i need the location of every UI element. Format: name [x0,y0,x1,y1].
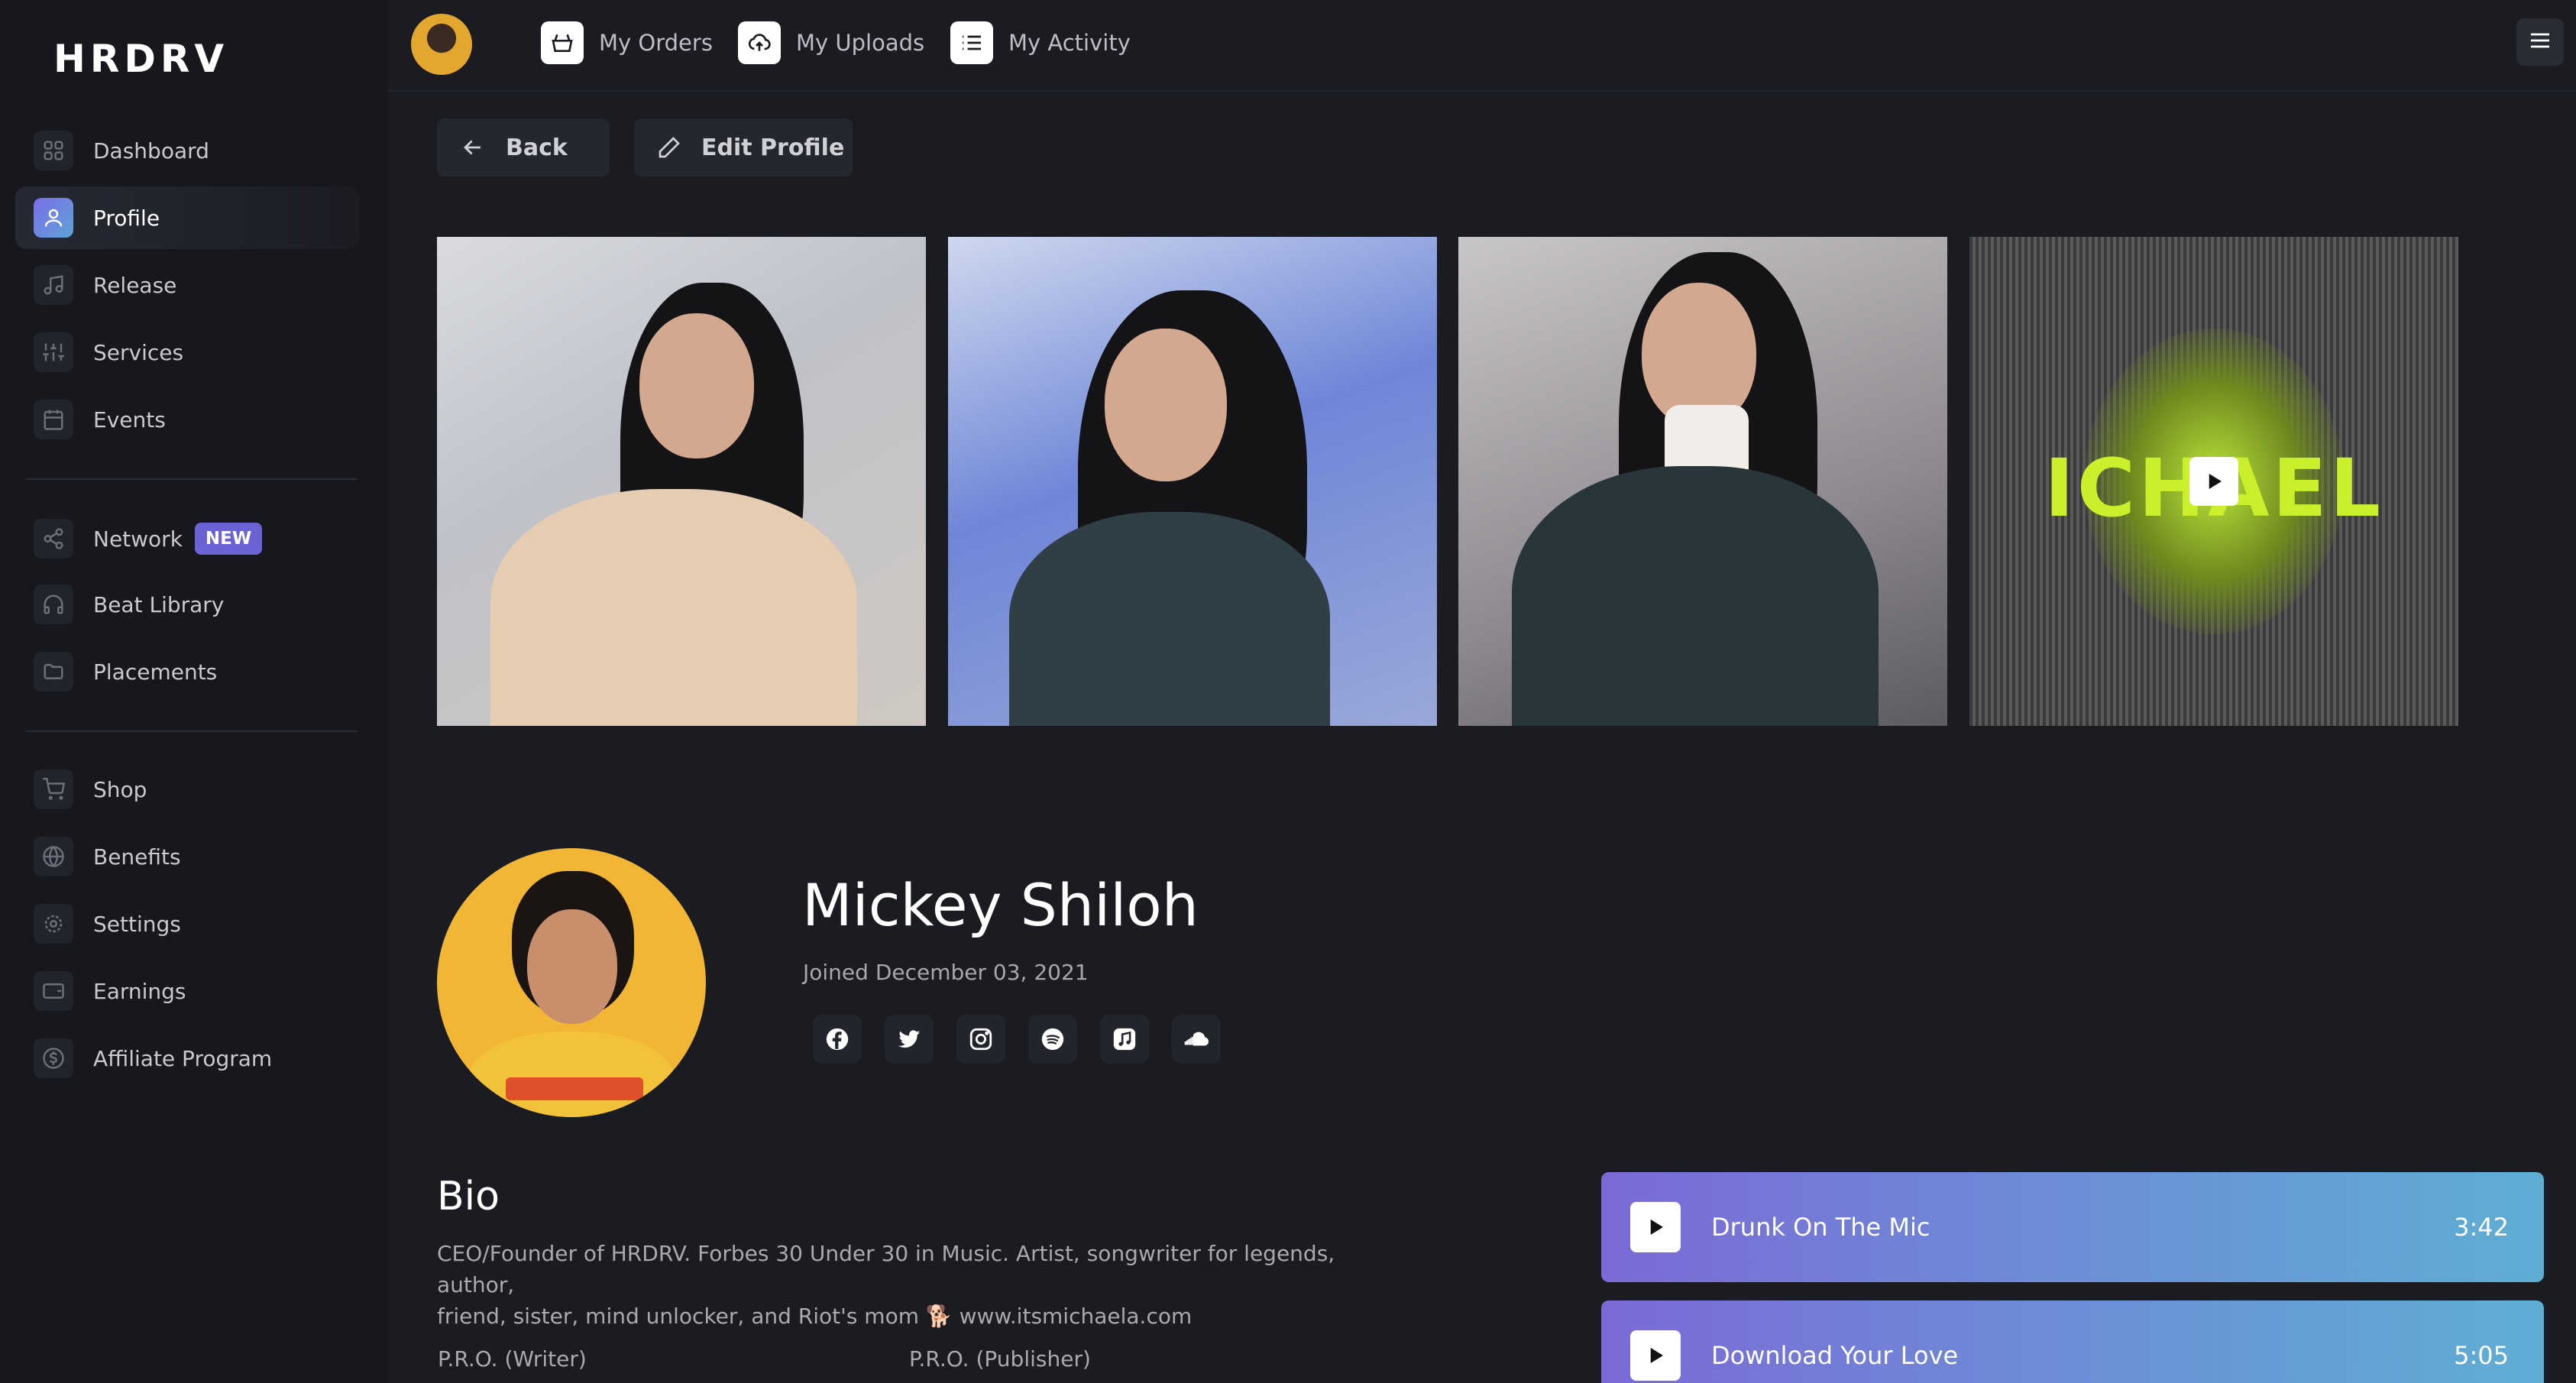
arrow-left-icon [460,134,486,160]
sidebar-item-services[interactable]: Services [15,321,359,384]
sidebar-divider [26,730,358,732]
track-title: Drunk On The Mic [1711,1213,1930,1242]
gear-icon [34,904,73,944]
track-title: Download Your Love [1711,1341,1959,1370]
sidebar-item-label: Affiliate Program [93,1045,273,1071]
back-label: Back [506,134,568,161]
sidebar-item-benefits[interactable]: Benefits [15,825,359,888]
my-uploads-label: My Uploads [796,30,925,56]
menu-button[interactable] [2516,18,2564,66]
play-icon[interactable] [2189,457,2238,506]
back-button[interactable]: Back [437,118,610,177]
play-icon[interactable] [1630,1330,1681,1381]
wallet-icon [34,971,73,1011]
new-badge: NEW [194,523,263,555]
sidebar-item-label: Settings [93,911,181,937]
sidebar-item-label: Earnings [93,978,186,1004]
music-note-icon [34,265,73,305]
edit-profile-label: Edit Profile [701,134,845,161]
pro-publisher-label: P.R.O. (Publisher) [909,1346,1091,1372]
soundcloud-icon[interactable] [1172,1015,1221,1064]
sidebar-item-placements[interactable]: Placements [15,640,359,703]
sidebar-item-label: Shop [93,776,147,802]
sidebar-item-label: Events [93,406,166,432]
headphones-icon [34,585,73,624]
avatar[interactable] [411,14,472,75]
hamburger-icon [2528,28,2552,56]
gallery-photo[interactable] [437,237,926,726]
edit-profile-button[interactable]: Edit Profile [634,118,853,177]
sidebar-item-dashboard[interactable]: Dashboard [15,119,359,182]
sidebar-item-settings[interactable]: Settings [15,892,359,955]
gallery-photo[interactable] [948,237,1437,726]
sidebar-item-affiliate-program[interactable]: Affiliate Program [15,1027,359,1090]
my-orders-link[interactable]: My Orders [541,20,713,66]
user-icon [34,198,73,238]
basket-icon [541,21,584,64]
track-item[interactable]: Download Your Love 5:05 [1601,1300,2544,1383]
sidebar-divider [26,478,358,480]
sidebar-item-label: Placements [93,659,218,685]
sidebar-item-shop[interactable]: Shop [15,758,359,821]
pro-writer-label: P.R.O. (Writer) [438,1346,587,1372]
my-activity-link[interactable]: My Activity [950,20,1131,66]
track-item[interactable]: Drunk On The Mic 3:42 [1601,1172,2544,1282]
bio-text: CEO/Founder of HRDRV. Forbes 30 Under 30… [437,1238,1384,1332]
sidebar-item-label: Beat Library [93,591,225,617]
sidebar-item-beat-library[interactable]: Beat Library [15,573,359,636]
sidebar-item-label: Profile [93,205,160,231]
list-icon [950,21,993,64]
globe-icon [34,837,73,876]
sidebar-item-label: Release [93,272,177,298]
twitter-icon[interactable] [885,1015,934,1064]
bio-line: CEO/Founder of HRDRV. Forbes 30 Under 30… [437,1241,1335,1297]
sidebar-item-earnings[interactable]: Earnings [15,960,359,1022]
folder-icon [34,652,73,692]
profile-name: Mickey Shiloh [802,871,1199,939]
dollar-icon [34,1038,73,1078]
my-uploads-link[interactable]: My Uploads [738,20,924,66]
sidebar-item-release[interactable]: Release [15,254,359,316]
my-activity-label: My Activity [1008,30,1131,56]
track-duration: 5:05 [2454,1341,2509,1370]
share-icon [34,519,73,559]
sidebar-item-label: Network [93,526,183,552]
gallery-photo[interactable] [1458,237,1947,726]
sliders-icon [34,332,73,372]
play-icon[interactable] [1630,1202,1681,1252]
cart-icon [34,769,73,809]
upload-cloud-icon [738,21,781,64]
facebook-icon[interactable] [813,1015,862,1064]
gallery-video-thumbnail[interactable]: ICHAEL [1969,237,2458,726]
pencil-icon [657,135,681,160]
sidebar-item-profile[interactable]: Profile [15,186,359,249]
spotify-icon[interactable] [1028,1015,1077,1064]
grid-icon [34,131,73,170]
bio-heading: Bio [437,1174,500,1219]
joined-date: Joined December 03, 2021 [803,960,1089,985]
bio-line: friend, sister, mind unlocker, and Riot'… [437,1304,1193,1329]
top-bar: My Orders My Uploads My Activity [388,0,2576,92]
apple-music-icon[interactable] [1100,1015,1149,1064]
my-orders-label: My Orders [599,30,713,56]
calendar-icon [34,400,73,439]
sidebar: HRDRV Dashboard Profile Release Services… [0,0,388,1383]
sidebar-item-label: Dashboard [93,138,209,164]
sidebar-item-network[interactable]: Network NEW [15,507,359,570]
profile-avatar [437,848,706,1117]
logo[interactable]: HRDRV [53,37,228,81]
sidebar-item-events[interactable]: Events [15,388,359,451]
track-duration: 3:42 [2454,1213,2509,1242]
instagram-icon[interactable] [956,1015,1005,1064]
sidebar-item-label: Services [93,339,184,365]
sidebar-item-label: Benefits [93,844,181,870]
